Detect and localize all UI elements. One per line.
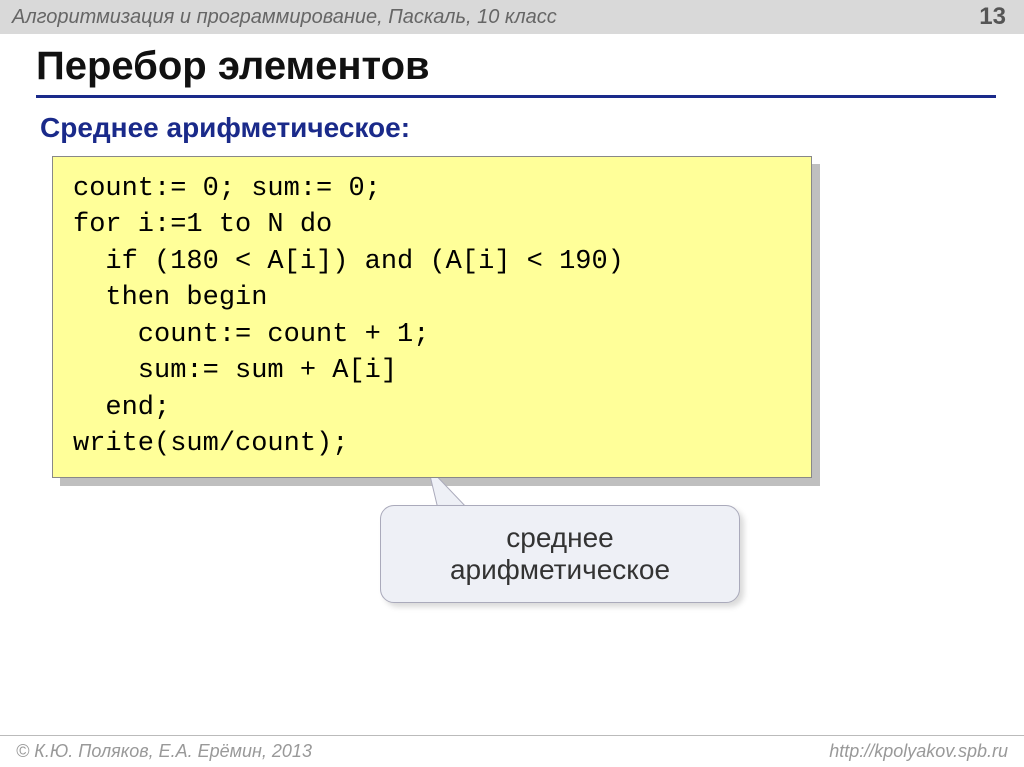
code-block: count:= 0; sum:= 0; for i:=1 to N do if … <box>52 156 812 478</box>
course-title: Алгоритмизация и программирование, Паска… <box>12 6 557 29</box>
footer-left: © К.Ю. Поляков, Е.А. Ерёмин, 2013 <box>16 741 312 762</box>
footer: © К.Ю. Поляков, Е.А. Ерёмин, 2013 http:/… <box>0 735 1024 767</box>
page-number: 13 <box>979 3 1006 31</box>
topbar: Алгоритмизация и программирование, Паска… <box>0 0 1024 34</box>
callout-text: среднее арифметическое <box>380 505 740 603</box>
footer-right: http://kpolyakov.spb.ru <box>829 741 1008 762</box>
callout: среднее арифметическое <box>380 505 740 603</box>
slide-subtitle: Среднее арифметическое: <box>40 112 996 144</box>
code-text: count:= 0; sum:= 0; for i:=1 to N do if … <box>52 156 812 478</box>
slide-title: Перебор элементов <box>36 44 996 98</box>
